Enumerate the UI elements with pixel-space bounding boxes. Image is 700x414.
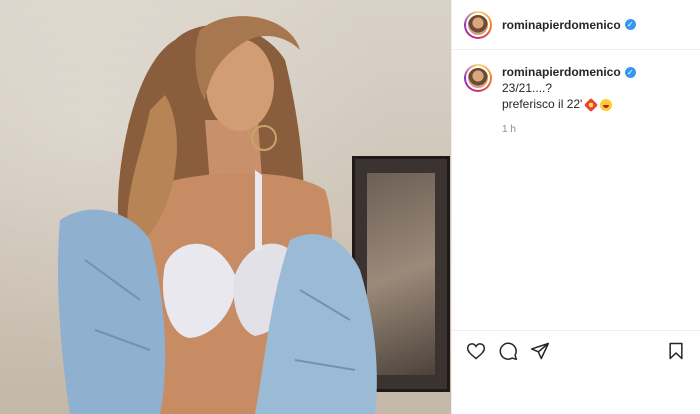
- avatar-image: [466, 12, 490, 37]
- caption-first-line: rominapierdomenico ✓ 23/21....?: [502, 64, 688, 96]
- comment-icon: [499, 342, 518, 360]
- tongue-face-emoji-icon: [600, 98, 613, 111]
- verified-badge-icon: ✓: [624, 19, 636, 30]
- post-photo[interactable]: [0, 0, 451, 414]
- like-button[interactable]: [464, 339, 488, 363]
- heart-icon: [466, 342, 486, 359]
- post-sidebar: rominapierdomenico ✓ rominapierdomenico ✓…: [451, 0, 700, 414]
- collision-emoji-icon: [584, 97, 599, 112]
- caption-username[interactable]: rominapierdomenico: [502, 65, 621, 79]
- save-button[interactable]: [664, 339, 688, 363]
- caption-text-1: 23/21....?: [502, 81, 553, 95]
- caption-avatar[interactable]: [464, 64, 492, 92]
- paper-plane-icon: [530, 342, 550, 359]
- instagram-post: rominapierdomenico ✓ rominapierdomenico ✓…: [0, 0, 700, 414]
- bookmark-icon: [669, 342, 683, 359]
- caption-verified-badge-icon: ✓: [624, 67, 636, 79]
- caption-avatar-image: [466, 66, 490, 90]
- caption-body: rominapierdomenico ✓ 23/21....? preferisc…: [502, 64, 688, 138]
- woman-illustration: [58, 16, 377, 414]
- avatar[interactable]: [464, 10, 492, 39]
- caption-time: 1 h: [502, 124, 516, 135]
- share-button[interactable]: [528, 339, 552, 363]
- action-bar: [452, 330, 700, 370]
- caption-text-2: preferisco il 22': [502, 97, 583, 111]
- header-username[interactable]: rominapierdomenico: [502, 18, 621, 32]
- comment-button[interactable]: [496, 339, 520, 363]
- post-header: rominapierdomenico ✓: [452, 0, 700, 50]
- caption-comment: rominapierdomenico ✓ 23/21....? preferisc…: [452, 50, 700, 138]
